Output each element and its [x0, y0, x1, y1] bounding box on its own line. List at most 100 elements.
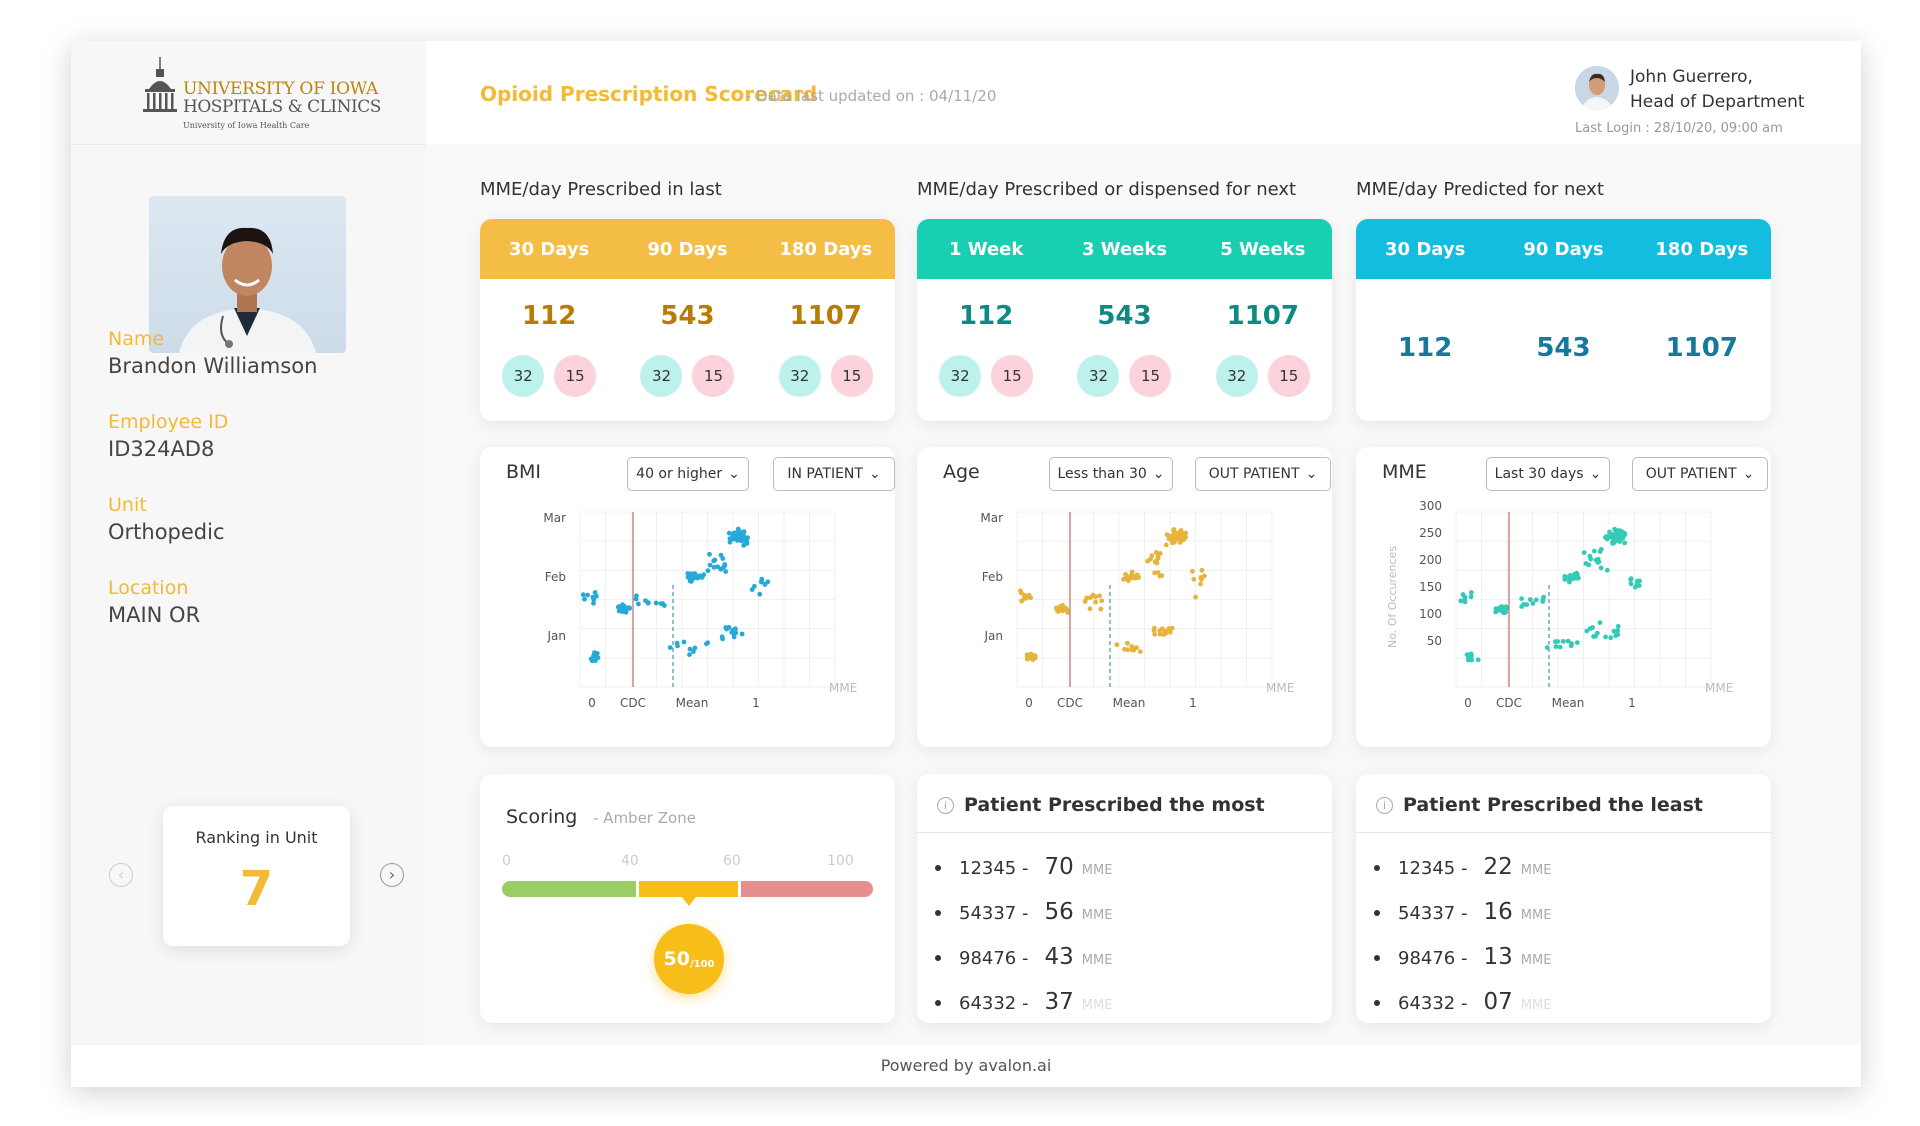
mme-unit: MME — [1520, 953, 1552, 968]
count-badge-teal: 32 — [1077, 355, 1120, 397]
patient-id: 64332 - — [959, 993, 1029, 1014]
scatter-point — [1024, 595, 1029, 601]
scatter-point — [1604, 567, 1610, 573]
scatter-point — [723, 569, 729, 574]
scatter-point — [1149, 553, 1155, 559]
x-axis-unit: MME — [829, 681, 857, 695]
patient-type-dropdown[interactable]: OUT PATIENT ⌄ — [1195, 457, 1331, 491]
mme-value: 1107 — [789, 301, 862, 331]
y-tick-label: Jan — [984, 629, 1004, 643]
y-tick-label: Jan — [547, 629, 567, 643]
info-icon[interactable]: i — [1376, 796, 1393, 814]
summary-card-header: 1 Week 3 Weeks 5 Weeks — [917, 219, 1332, 279]
scatter-point — [1574, 575, 1580, 581]
x-axis-unit: MME — [1705, 681, 1733, 695]
logo-line-2: HOSPITALS & CLINICS — [183, 97, 381, 117]
scatter-point — [1544, 645, 1550, 650]
scale-tick: 60 — [723, 853, 741, 869]
user-role: Head of Department — [1630, 92, 1805, 112]
y-tick-label: 300 — [1419, 499, 1442, 513]
last-login: Last Login : 28/10/20, 09:00 am — [1575, 121, 1783, 136]
period-header: 180 Days — [779, 238, 873, 260]
next-arrow-icon[interactable]: › — [380, 863, 404, 887]
mme-unit: MME — [1081, 953, 1113, 968]
logo-line-3: University of Iowa Health Care — [183, 121, 310, 130]
mme-amount: 43 — [1044, 944, 1074, 970]
summary-card-predicted: 30 Days 90 Days 180 Days 112 543 1107 — [1356, 219, 1771, 421]
scatter-point — [731, 627, 737, 633]
patient-type-dropdown[interactable]: IN PATIENT ⌄ — [773, 457, 895, 491]
mme-unit: MME — [1081, 998, 1113, 1013]
main-content: MME/day Prescribed in last MME/day Presc… — [426, 144, 1861, 1045]
y-tick-label: Feb — [982, 570, 1003, 584]
age-range-dropdown[interactable]: Less than 30 ⌄ — [1049, 457, 1173, 491]
scatter-point — [1587, 553, 1593, 559]
prev-arrow-icon[interactable]: ‹ — [109, 863, 133, 887]
scatter-point — [1591, 548, 1597, 554]
scatter-point — [1553, 644, 1559, 649]
scatter-point — [1198, 581, 1203, 587]
scatter-point — [1560, 639, 1566, 644]
bmi-range-dropdown[interactable]: 40 or higher ⌄ — [627, 457, 749, 491]
info-icon[interactable]: i — [937, 796, 954, 814]
patient-id: 54337 - — [1398, 903, 1468, 924]
scatter-point — [1088, 595, 1093, 600]
summary-card-prescribed: 30 Days 90 Days 180 Days 112 543 1107 32… — [480, 219, 895, 421]
x-tick-label: Mean — [1113, 696, 1146, 710]
scatter-point — [1161, 632, 1166, 637]
scatter-point — [646, 600, 651, 606]
bullet-icon — [935, 910, 941, 916]
x-axis-unit: MME — [1266, 681, 1294, 695]
list-title-text: Patient Prescribed the least — [1403, 794, 1704, 816]
x-tick-label: 1 — [1189, 696, 1197, 710]
bullet-icon — [1374, 955, 1380, 961]
scale-tick: 100 — [827, 853, 854, 869]
logo-area: UNIVERSITY OF IOWA HOSPITALS & CLINICS U… — [71, 41, 426, 145]
scoring-card: Scoring - Amber Zone 0 40 60 100 50/100 — [480, 774, 895, 1023]
scatter-point — [1598, 565, 1604, 571]
scatter-point — [1597, 620, 1603, 625]
list-item: 54337 - 56 MME — [935, 899, 1112, 925]
user-avatar[interactable] — [1575, 66, 1619, 110]
scatter-point — [1191, 576, 1197, 582]
scatter-point — [692, 574, 698, 580]
age-scatter-plot: Mar Feb Jan 0 CDC Mean 1 MME — [980, 511, 1294, 710]
scatter-point — [1177, 534, 1182, 539]
scatter-point — [719, 634, 725, 640]
scatter-point — [1603, 634, 1608, 640]
mme-amount: 13 — [1483, 944, 1513, 970]
summary-values: 112 543 1107 — [1356, 333, 1771, 363]
scatter-point — [592, 590, 598, 595]
period-header: 1 Week — [948, 238, 1024, 260]
scatter-point — [1632, 584, 1638, 590]
scatter-point — [1168, 626, 1174, 631]
header: Opioid Prescription Scorecard - Data las… — [426, 41, 1861, 145]
patient-type-dropdown[interactable]: OUT PATIENT ⌄ — [1632, 457, 1768, 491]
period-header: 5 Weeks — [1220, 238, 1306, 260]
bullet-icon — [935, 865, 941, 871]
app-window: UNIVERSITY OF IOWA HOSPITALS & CLINICS U… — [71, 41, 1861, 1087]
scatter-point — [1524, 602, 1530, 607]
ranking-card: Ranking in Unit 7 — [163, 806, 350, 946]
user-name: John Guerrero, Head of Department — [1630, 65, 1805, 115]
list-item: 12345 - 70 MME — [935, 854, 1112, 880]
count-badge-pink: 15 — [991, 355, 1034, 397]
x-tick-label: 0 — [588, 696, 596, 710]
date-range-dropdown[interactable]: Last 30 days ⌄ — [1486, 457, 1610, 491]
bmi-scatter-plot: Mar Feb Jan 0 CDC Mean 1 MME — [543, 511, 857, 710]
x-tick-label: 0 — [1025, 696, 1033, 710]
summary-title-1: MME/day Prescribed in last — [480, 179, 722, 200]
scatter-point — [1634, 578, 1640, 584]
mme-amount: 70 — [1044, 854, 1074, 880]
mme-value: 543 — [1097, 301, 1152, 331]
y-tick-label: 250 — [1419, 526, 1442, 540]
capitol-building-icon — [143, 57, 177, 112]
scatter-point — [722, 562, 728, 567]
scatter-point — [1574, 640, 1580, 645]
list-item: 64332 - 07 MME — [1374, 989, 1551, 1015]
scatter-point — [1620, 535, 1626, 541]
count-badge-teal: 32 — [502, 355, 545, 397]
y-tick-label: 150 — [1419, 580, 1442, 594]
scatter-point — [1178, 528, 1184, 533]
scatter-point — [1172, 532, 1178, 538]
